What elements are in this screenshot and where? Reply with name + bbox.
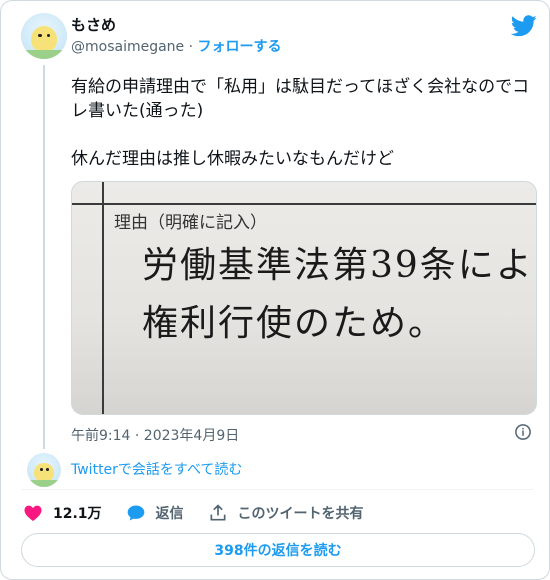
- action-bar: 12.1万 返信 このツイートを共有: [23, 501, 388, 525]
- tweet-card: もさめ @mosaimegane · フォローする 有給の申請理由で「私用」は駄…: [0, 0, 550, 580]
- follow-button[interactable]: フォローする: [198, 39, 282, 55]
- read-conversation-link[interactable]: Twitterで会話をすべて読む: [71, 459, 242, 479]
- share-button[interactable]: このツイートを共有: [208, 503, 364, 523]
- speech-bubble-icon: [127, 505, 144, 521]
- form-border-horizontal: [72, 203, 536, 205]
- avatar-grass: [21, 49, 67, 59]
- form-border-vertical: [102, 182, 104, 414]
- author-name[interactable]: もさめ: [71, 15, 282, 35]
- avatar-bird-illustration: [31, 25, 57, 52]
- avatar-eye: [46, 468, 49, 472]
- small-avatar: [27, 453, 61, 487]
- separator-dot: ·: [188, 39, 194, 55]
- divider: [21, 489, 533, 490]
- info-icon[interactable]: [514, 423, 532, 441]
- twitter-bird-icon[interactable]: [511, 15, 537, 37]
- avatar-grass: [27, 480, 61, 487]
- tweet-text: 有給の申請理由で「私用」は駄目だってほざく会社なのでコレ書いた(通った) 休んだ…: [71, 77, 530, 169]
- tweet-timestamp[interactable]: 午前9:14 · 2023年4月9日: [71, 425, 239, 445]
- avatar-bird-illustration: [34, 462, 54, 482]
- form-label: 理由（明確に記入）: [114, 213, 267, 233]
- avatar-eye: [39, 468, 43, 472]
- author-meta: @mosaimegane · フォローする: [71, 37, 282, 57]
- thread-line: [43, 65, 45, 449]
- heart-icon: [24, 505, 42, 521]
- author-block: もさめ @mosaimegane · フォローする: [71, 15, 282, 57]
- read-replies-button[interactable]: 398件の返信を読む: [21, 533, 535, 567]
- like-button[interactable]: 12.1万: [23, 503, 102, 523]
- author-handle[interactable]: @mosaimegane: [71, 39, 184, 55]
- share-icon: [210, 504, 226, 521]
- handwritten-line-1: 労働基準法第39条により: [142, 245, 537, 286]
- author-avatar[interactable]: [21, 13, 67, 59]
- reply-label: 返信: [155, 506, 184, 522]
- tweet-photo[interactable]: 理由（明確に記入） 労働基準法第39条により 権利行使のため。: [71, 181, 537, 415]
- reply-button[interactable]: 返信: [126, 503, 184, 523]
- like-count: 12.1万: [53, 506, 102, 522]
- share-label: このツイートを共有: [237, 506, 364, 522]
- handwritten-line-2: 権利行使のため。: [142, 303, 447, 344]
